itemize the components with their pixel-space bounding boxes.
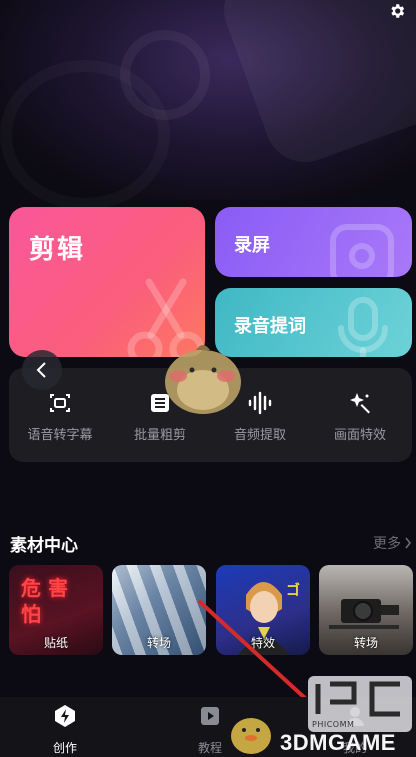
watermark-logo: PHICOMM	[308, 676, 412, 732]
danger-text-thumbnail: 危 害怕	[21, 576, 68, 626]
materials-header: 素材中心 更多	[10, 531, 412, 556]
nav-create[interactable]: 创作	[20, 703, 110, 756]
watermark-duck-icon	[231, 718, 271, 754]
tool-visual-effects[interactable]: 画面特效	[310, 390, 410, 443]
material-effect[interactable]: ゴ 特效	[216, 565, 310, 655]
microphone-icon	[338, 297, 388, 357]
watermark-site: 3DMGAME	[280, 730, 396, 755]
settings-button[interactable]	[386, 0, 408, 22]
material-transition[interactable]: 转场	[112, 565, 206, 655]
more-label: 更多	[373, 536, 401, 552]
watermark-brand: PHICOMM	[312, 720, 355, 729]
tool-speech-to-subtitle[interactable]: 语音转字幕	[10, 390, 110, 443]
create-icon	[55, 705, 75, 727]
edit-card-label: 剪辑	[29, 235, 86, 265]
material-transition-2[interactable]: 转场	[319, 565, 413, 655]
back-button[interactable]	[22, 350, 62, 390]
sparkle-icon	[350, 393, 370, 414]
chevron-left-icon	[36, 362, 46, 378]
material-sticker[interactable]: 危 害怕 贴纸	[9, 565, 103, 655]
mascot-illustration	[165, 345, 241, 414]
tutorial-icon	[201, 707, 219, 725]
decorative-ring	[0, 60, 170, 210]
gear-icon	[391, 4, 405, 18]
nav-label: 创作	[52, 741, 77, 755]
materials-title: 素材中心	[10, 536, 78, 556]
screen-record-label: 录屏	[234, 235, 270, 256]
more-link[interactable]: 更多	[373, 533, 412, 553]
teleprompter-label: 录音提词	[234, 316, 306, 337]
edit-card[interactable]: 剪辑	[9, 207, 205, 357]
material-label: 特效	[250, 636, 275, 650]
materials-list: 危 害怕 贴纸 转场 ゴ 特效 转场	[0, 565, 416, 657]
tool-label: 语音转字幕	[27, 428, 93, 443]
screen-record-card[interactable]: 录屏	[215, 207, 412, 277]
material-label: 贴纸	[43, 636, 68, 650]
phicomm-logo	[315, 681, 400, 717]
camera-icon	[330, 224, 394, 277]
svg-text:ゴ: ゴ	[286, 582, 300, 599]
tool-label: 画面特效	[333, 428, 386, 443]
tool-label: 批量粗剪	[133, 428, 186, 443]
material-label: 转场	[146, 636, 171, 650]
subtitle-icon	[50, 394, 70, 412]
chevron-right-icon	[405, 537, 412, 549]
tool-label: 音频提取	[233, 428, 286, 443]
material-label: 转场	[353, 636, 378, 650]
